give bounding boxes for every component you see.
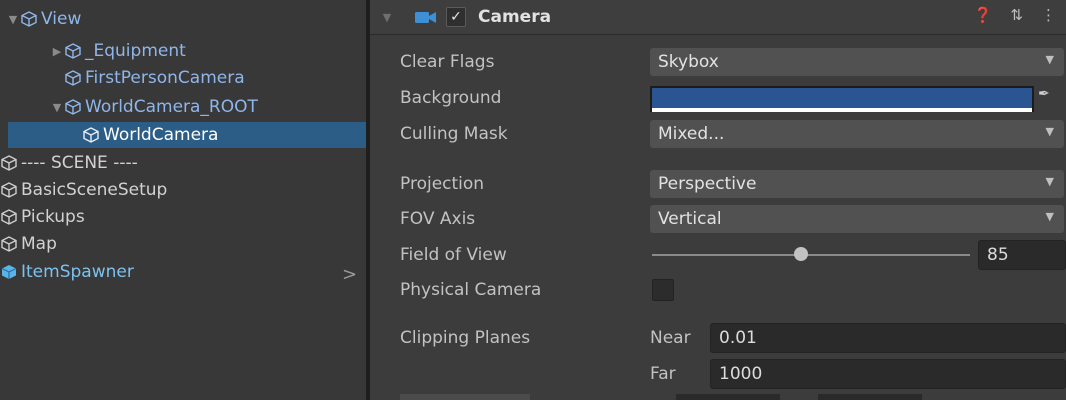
fold-open-icon[interactable]: ▼ (50, 101, 64, 114)
far-label: Far (650, 364, 676, 384)
hierarchy-item-firstpersoncamera[interactable]: FirstPersonCamera (64, 65, 245, 91)
culling-mask-dropdown[interactable]: Mixed... ▼ (650, 120, 1064, 148)
gameobject-cube-icon (65, 43, 81, 59)
hierarchy-item-label: BasicSceneSetup (21, 180, 168, 200)
hierarchy-item-pickups[interactable]: Pickups (0, 204, 85, 230)
gameobject-cube-icon (1, 155, 17, 171)
clear-flags-dropdown[interactable]: Skybox ▼ (650, 48, 1064, 76)
hierarchy-item-worldcamera[interactable]: WorldCamera (8, 122, 366, 148)
clipping-planes-label: Clipping Planes (400, 328, 531, 348)
field-of-view-slider-track[interactable] (652, 254, 970, 256)
cutoff-field (676, 394, 780, 400)
fov-axis-label: FOV Axis (400, 209, 476, 229)
culling-mask-label: Culling Mask (400, 124, 508, 144)
dropdown-value: Vertical (658, 209, 722, 229)
hierarchy-item-basicscenesetup[interactable]: BasicSceneSetup (0, 177, 167, 203)
projection-dropdown[interactable]: Perspective ▼ (650, 170, 1064, 198)
more-icon[interactable]: ⋮ (1041, 6, 1056, 24)
hierarchy-item-map[interactable]: Map (0, 231, 57, 257)
physical-camera-label: Physical Camera (400, 280, 542, 300)
chevron-down-icon: ▼ (1045, 175, 1054, 188)
component-enabled-checkbox[interactable]: ✓ (446, 7, 466, 27)
near-label: Near (650, 328, 691, 348)
help-icon[interactable]: ❓ (974, 6, 993, 24)
field-of-view-value: 85 (987, 245, 1009, 265)
gameobject-cube-icon (1, 209, 17, 225)
fold-open-icon[interactable]: ▼ (6, 13, 20, 26)
cutoff-field (818, 394, 922, 400)
component-title: Camera (478, 7, 552, 27)
projection-label: Projection (400, 174, 485, 194)
field-of-view-slider-handle[interactable] (794, 247, 809, 261)
open-prefab-arrow-icon[interactable]: > (342, 264, 357, 285)
fold-open-icon[interactable]: ▼ (380, 11, 394, 24)
hierarchy-item-label: ItemSpawner (21, 262, 134, 282)
near-clip-input[interactable]: 0.01 (710, 323, 1066, 353)
gameobject-cube-icon (1, 236, 17, 252)
chevron-down-icon: ▼ (1045, 53, 1054, 66)
hierarchy-item-equipment[interactable]: ▶ _Equipment (50, 38, 186, 64)
background-color-field[interactable] (650, 86, 1034, 112)
hierarchy-item-view[interactable]: ▼ View (6, 6, 82, 32)
background-label: Background (400, 88, 502, 108)
clear-flags-label: Clear Flags (400, 52, 495, 72)
dropdown-value: Mixed... (658, 124, 725, 144)
gameobject-cube-icon (1, 182, 17, 198)
hierarchy-panel: ▼ View ▶ _Equipment FirstPersonCamera ▼ … (0, 0, 366, 400)
hierarchy-item-label: WorldCamera (103, 125, 219, 145)
camera-icon (415, 12, 436, 23)
cutoff-row-label (400, 394, 530, 400)
hierarchy-item-label: FirstPersonCamera (85, 68, 245, 88)
hierarchy-item-scene-separator[interactable]: ---- SCENE ---- (0, 150, 138, 176)
prefab-cube-icon (1, 265, 17, 279)
eyedropper-icon[interactable]: ✒ (1038, 86, 1060, 110)
hierarchy-item-worldcamera-root[interactable]: ▼ WorldCamera_ROOT (50, 94, 258, 120)
far-clip-input[interactable]: 1000 (710, 359, 1066, 389)
gameobject-cube-icon (65, 70, 81, 86)
hierarchy-item-label: View (41, 9, 82, 29)
gameobject-cube-icon (65, 99, 81, 115)
chevron-down-icon: ▼ (1045, 125, 1054, 138)
hierarchy-item-label: Map (21, 234, 57, 254)
fov-axis-dropdown[interactable]: Vertical ▼ (650, 205, 1064, 233)
hierarchy-item-label: _Equipment (85, 41, 186, 61)
fold-closed-icon[interactable]: ▶ (50, 45, 64, 58)
hierarchy-item-itemspawner[interactable]: ItemSpawner (0, 259, 134, 285)
physical-camera-checkbox[interactable] (652, 279, 674, 301)
dropdown-value: Perspective (658, 174, 757, 194)
inspector-panel: ▼ ✓ Camera ❓ ⇅ ⋮ Clear Flags Skybox ▼ Ba… (370, 0, 1066, 400)
field-of-view-input[interactable]: 85 (978, 240, 1066, 270)
alpha-bar (652, 108, 1032, 112)
near-clip-value: 0.01 (719, 328, 757, 348)
component-header[interactable]: ▼ ✓ Camera ❓ ⇅ ⋮ (370, 0, 1066, 35)
preset-icon[interactable]: ⇅ (1010, 6, 1023, 24)
hierarchy-item-label: WorldCamera_ROOT (85, 97, 258, 117)
hierarchy-item-label: ---- SCENE ---- (21, 153, 138, 173)
field-of-view-label: Field of View (400, 245, 507, 265)
hierarchy-item-label: Pickups (21, 207, 85, 227)
far-clip-value: 1000 (719, 364, 763, 384)
dropdown-value: Skybox (658, 52, 719, 72)
gameobject-cube-icon (21, 11, 37, 27)
chevron-down-icon: ▼ (1045, 210, 1054, 223)
gameobject-cube-icon (83, 127, 99, 143)
